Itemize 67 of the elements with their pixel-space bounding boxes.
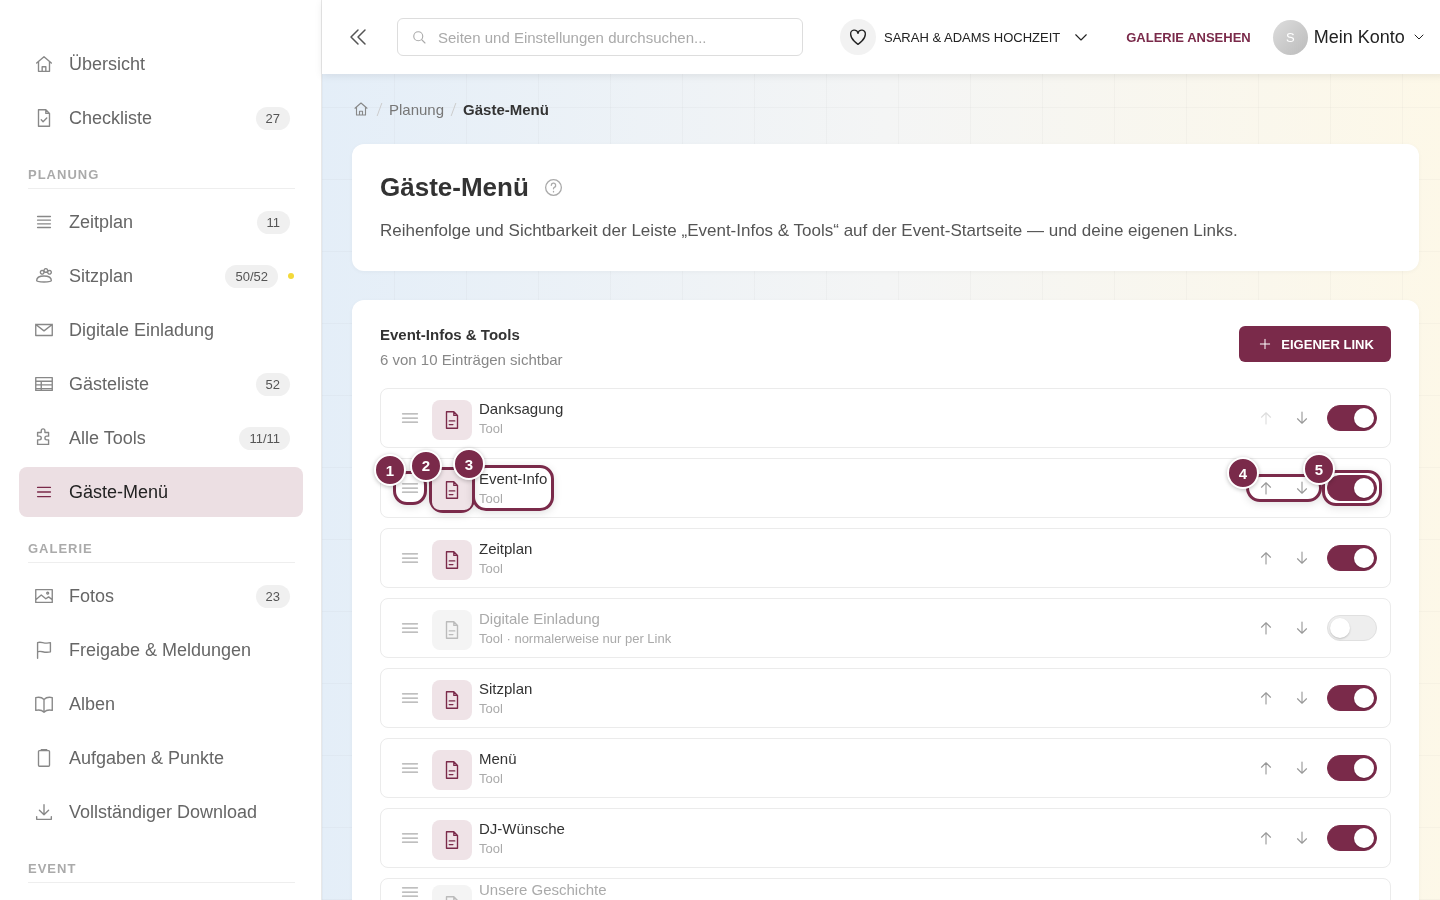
visibility-toggle[interactable]	[1326, 545, 1377, 571]
page-title: Gäste-Menü	[380, 172, 529, 203]
nav-item[interactable]: Gäste-Menü	[19, 467, 303, 517]
visible-count: 6 von 10 Einträgen sichtbar	[380, 351, 563, 368]
count-badge: 11	[256, 210, 290, 234]
breadcrumb-item[interactable]: Planung	[389, 100, 445, 118]
nav-item[interactable]: Alben	[19, 679, 303, 729]
nav-item[interactable]: Alle Tools 11/11	[19, 413, 303, 463]
tool-type: Tool	[479, 421, 504, 436]
nav-item[interactable]: Aufgaben & Punkte	[19, 733, 303, 783]
home-icon[interactable]	[352, 100, 370, 118]
count-badge: 11/11	[239, 426, 290, 450]
document-icon	[432, 819, 472, 860]
tool-type: Tool	[479, 771, 504, 786]
tool-name: Menü	[479, 750, 517, 767]
count-badge: 27	[255, 106, 290, 130]
tool-name: DJ-Wünsche	[479, 820, 565, 837]
nav-item[interactable]: Sitzplan 50/52	[19, 251, 303, 301]
tool-name: Danksagung	[479, 400, 564, 417]
nav-item[interactable]: Zeitplan 11	[19, 197, 303, 247]
tool-name: Zeitplan	[479, 540, 533, 557]
visibility-toggle[interactable]	[1326, 825, 1377, 851]
visibility-toggle[interactable]	[1326, 755, 1377, 781]
count-badge: 50/52	[225, 264, 278, 288]
add-link-button[interactable]: EIGENER LINK	[1239, 326, 1391, 362]
search-field[interactable]: Seiten und Einstellungen durchsuchen...	[397, 18, 803, 56]
help-icon[interactable]	[542, 177, 564, 198]
document-icon	[432, 609, 472, 650]
nav-item[interactable]: Vollständiger Download	[19, 787, 303, 837]
nav-item[interactable]: Digitale Einladung	[19, 305, 303, 355]
callout-badge: 4	[1226, 457, 1259, 489]
document-icon	[432, 399, 472, 440]
tool-type: Tool · normalerweise nur per Link	[479, 631, 672, 646]
tool-name: Sitzplan	[479, 680, 533, 697]
event-selector[interactable]: SARAH & ADAMS HOCHZEIT	[884, 28, 1091, 46]
visibility-toggle[interactable]	[1326, 685, 1377, 711]
section-heading: PLANUNG	[28, 167, 295, 189]
document-icon	[432, 539, 472, 580]
callout-badge: 2	[410, 449, 442, 482]
tool-type: Tool	[479, 841, 504, 856]
tool-name: Unsere Geschichte	[479, 882, 607, 897]
visibility-toggle[interactable]	[1326, 405, 1377, 431]
nav-item[interactable]: Checkliste 27	[19, 93, 303, 143]
tool-type: Tool	[479, 561, 504, 576]
callout-badge: 1	[374, 454, 406, 486]
callout-badge: 5	[1302, 453, 1335, 485]
nav-item[interactable]: Gästeliste 52	[19, 359, 303, 409]
count-badge: 23	[255, 584, 290, 608]
nav-item[interactable]: Fotos 23	[19, 571, 303, 621]
document-icon	[432, 679, 472, 720]
document-icon	[432, 749, 472, 790]
gallery-link[interactable]: GALERIE ANSEHEN	[1126, 29, 1251, 45]
section-heading: EVENT	[28, 861, 295, 883]
section-heading: GALERIE	[28, 541, 295, 563]
breadcrumb-item: Gäste-Menü	[463, 100, 549, 118]
tool-type: Tool	[479, 491, 504, 506]
tool-name: Digitale Einladung	[479, 610, 601, 627]
home-icon	[33, 53, 55, 75]
download-icon	[33, 801, 55, 823]
tool-type: Tool	[479, 701, 504, 716]
search-icon	[410, 28, 428, 46]
visibility-toggle[interactable]	[1326, 475, 1377, 501]
section-title: Event-Infos & Tools	[380, 326, 521, 343]
count-badge: 52	[255, 372, 290, 396]
nav-item[interactable]: Freigabe & Meldungen	[19, 625, 303, 675]
nav-item[interactable]: Übersicht	[19, 39, 303, 89]
page-description: Reihenfolge und Sichtbarkeit der Leiste „Event-Infos & Tools“ auf der Event-Startseite — und deine eigenen Links.	[380, 221, 1239, 241]
